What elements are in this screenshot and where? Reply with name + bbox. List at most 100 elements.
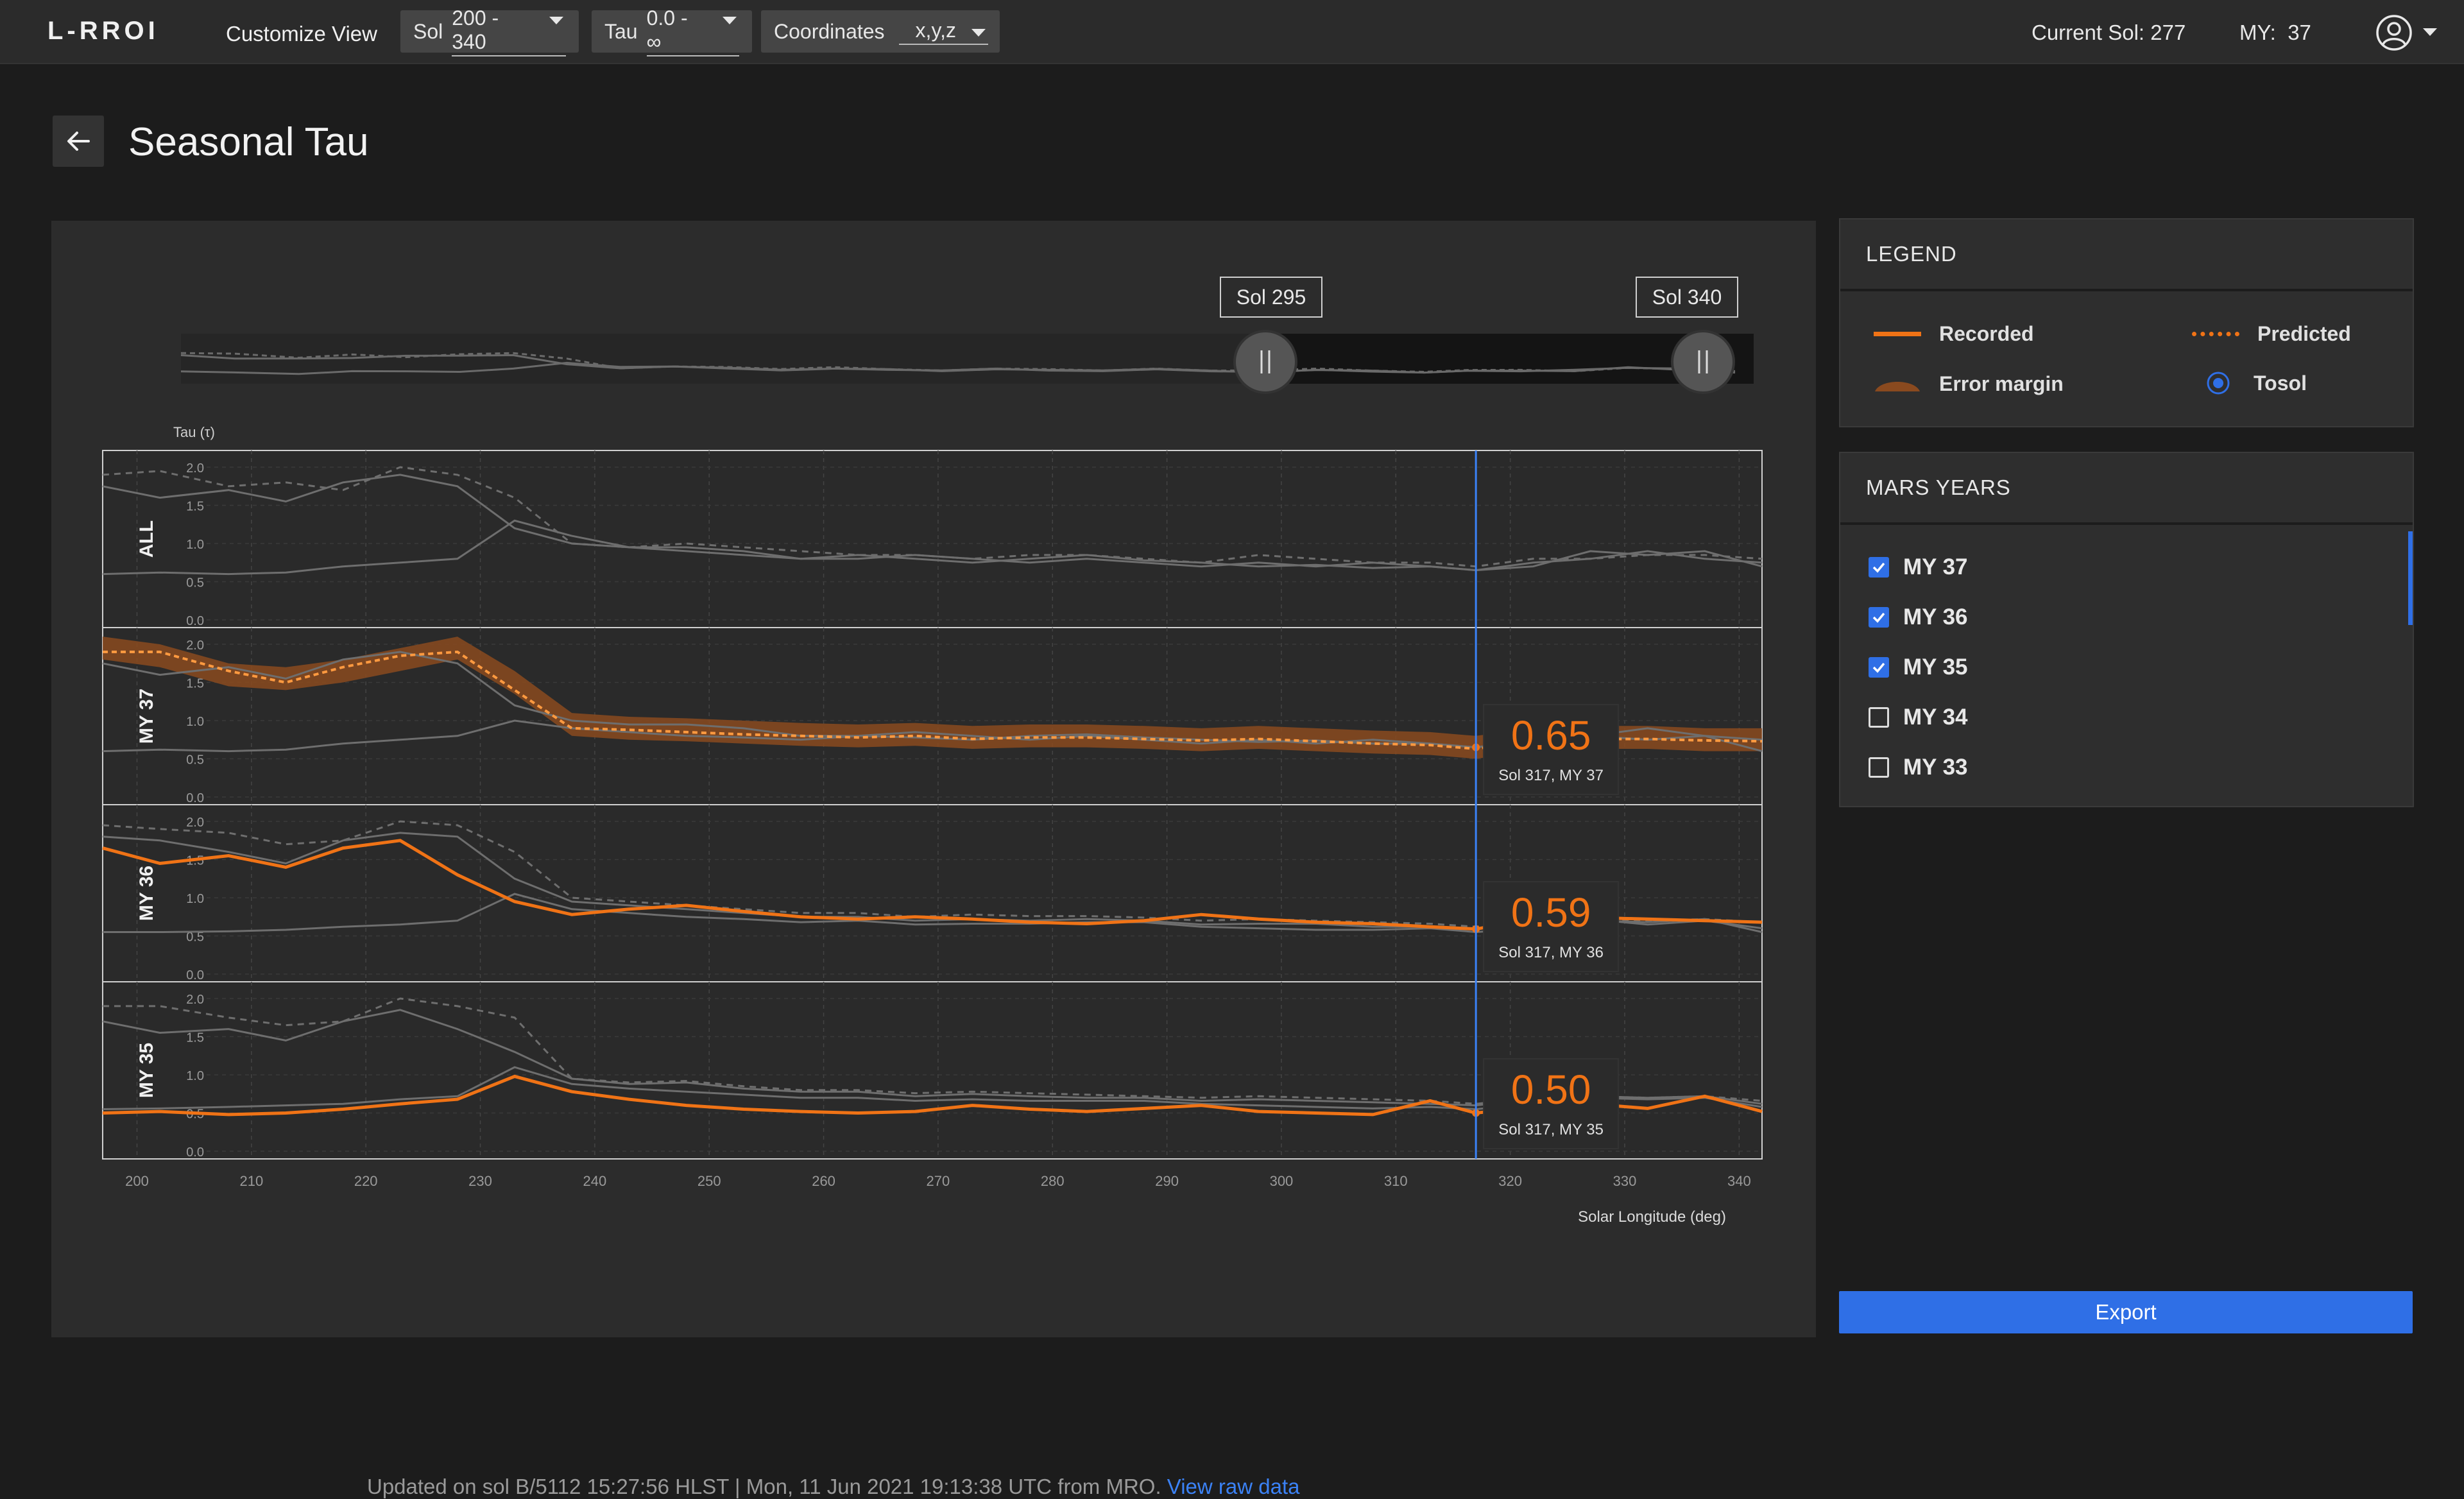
tau-range-value: 0.0 - ∞ [646,6,739,56]
user-menu-chevron-icon[interactable] [2423,28,2437,36]
chevron-down-icon [723,17,737,24]
legend-error-margin: Error margin [1874,372,2064,396]
x-tick-label: 310 [1384,1173,1408,1189]
scrollbar-thumb[interactable] [2408,531,2413,625]
checkbox-unchecked-icon[interactable] [1869,757,1889,778]
current-mars-year: MY: 37 [2239,21,2311,44]
top-bar: L-RROI Customize View Sol 200 - 340 Tau … [0,0,2464,64]
tooltip-value: 0.50 [1511,1066,1591,1113]
y-tick-label: 0.0 [186,791,204,805]
view-raw-data-link[interactable]: View raw data [1167,1475,1300,1498]
panel-label: MY 37 [136,689,157,744]
mars-year-item[interactable]: MY 35 [1869,655,1968,680]
tosol-marker-icon [2207,372,2230,395]
sol-range-value: 200 - 340 [452,6,566,56]
x-axis-label: Solar Longitude (deg) [1578,1208,1726,1226]
tooltip-caption: Sol 317, MY 36 [1498,944,1604,961]
y-tick-label: 1.0 [186,715,204,729]
y-tick-label: 2.0 [186,993,204,1007]
x-tick-label: 260 [812,1173,835,1189]
legend-panel: LEGEND Recorded Predicted Error margin T… [1839,218,2414,427]
customize-view-label: Customize View [226,22,377,46]
recorded-line-icon [1874,332,1921,336]
tooltip-caption: Sol 317, MY 37 [1498,767,1604,784]
x-tick-label: 250 [697,1173,721,1189]
x-tick-label: 200 [125,1173,149,1189]
y-tick-label: 2.0 [186,461,204,475]
app-logo: L-RROI [47,17,159,45]
panel-label: MY 35 [136,1043,157,1098]
y-tick-label: 1.0 [186,1069,204,1083]
arrow-left-icon [67,132,90,151]
checkbox-checked-icon[interactable] [1869,557,1889,578]
chevron-down-icon [549,17,563,24]
tooltip-value: 0.65 [1511,712,1591,758]
current-sol: Current Sol: 277 [2032,21,2186,44]
coordinates-label: Coordinates [774,19,885,43]
back-button[interactable] [53,116,104,167]
mars-year-item[interactable]: MY 36 [1869,604,1968,630]
tooltip-value: 0.59 [1511,889,1591,936]
y-tick-label: 1.5 [186,500,204,514]
legend-predicted: Predicted [2192,322,2351,346]
range-end-label: Sol 340 [1652,286,1722,309]
y-tick-label: 0.0 [186,614,204,628]
y-tick-label: 0.5 [186,576,204,590]
mars-year-item[interactable]: MY 37 [1869,554,1968,580]
y-tick-label: 0.5 [186,753,204,767]
y-tick-label: 2.0 [186,816,204,830]
range-start-label: Sol 295 [1236,286,1306,309]
x-tick-label: 290 [1155,1173,1179,1189]
sol-range-label: Sol [413,19,443,43]
legend-title: LEGEND [1840,219,2413,291]
mars-years-title: MARS YEARS [1840,453,2413,525]
sol-range-dropdown[interactable]: Sol 200 - 340 [400,6,579,56]
y-tick-label: 1.5 [186,677,204,691]
user-avatar-icon[interactable] [2375,14,2413,51]
x-tick-label: 270 [927,1173,950,1189]
chart-panel-all [102,450,1763,628]
mars-year-item[interactable]: MY 33 [1869,755,1968,780]
mars-years-panel: MARS YEARS MY 37 MY 36 MY 35 MY 34 MY 33 [1839,452,2414,807]
range-start-handle-knob [1233,330,1297,394]
page-title: Seasonal Tau [128,120,369,164]
range-end-handle-knob [1671,330,1735,394]
x-tick-label: 240 [583,1173,607,1189]
y-tick-label: 1.5 [186,1031,204,1045]
x-tick-label: 230 [468,1173,492,1189]
legend-tosol: Tosol [2206,371,2307,395]
tooltip-caption: Sol 317, MY 35 [1498,1121,1604,1138]
x-tick-label: 340 [1727,1173,1751,1189]
range-start-handle[interactable] [1233,330,1297,394]
checkbox-checked-icon[interactable] [1869,657,1889,678]
export-button[interactable]: Export [1839,1291,2413,1333]
checkbox-checked-icon[interactable] [1869,607,1889,628]
y-axis-label: Tau (τ) [173,424,215,440]
y-tick-label: 0.0 [186,1145,204,1160]
coordinates-dropdown[interactable]: Coordinates x,y,z [761,10,1000,53]
coordinates-value: x,y,z [898,19,988,45]
mars-year-item[interactable]: MY 34 [1869,705,1968,730]
predicted-line-icon [2192,332,2239,336]
checkbox-unchecked-icon[interactable] [1869,707,1889,728]
x-tick-label: 300 [1270,1173,1294,1189]
y-tick-label: 1.0 [186,892,204,906]
y-tick-label: 0.0 [186,968,204,982]
x-tick-label: 210 [239,1173,263,1189]
legend-recorded: Recorded [1874,322,2034,346]
y-tick-label: 1.0 [186,538,204,552]
x-tick-label: 280 [1041,1173,1065,1189]
chart-panel: Sol 295 Sol 340 Tau (τ) 2.0 1.5 1.0 0.5 0.0 ALL 2… [51,221,1816,1498]
tau-range-dropdown[interactable]: Tau 0.0 - ∞ [592,6,752,56]
error-margin-icon [1875,381,1920,391]
range-end-handle[interactable] [1671,330,1735,394]
y-tick-label: 2.0 [186,638,204,653]
x-tick-label: 330 [1613,1173,1637,1189]
panel-label: MY 36 [136,866,157,921]
tau-chart: Sol 295 Sol 340 Tau (τ) 2.0 1.5 1.0 0.5 0.0 ALL 2… [102,277,1763,1226]
chevron-down-icon [971,28,986,37]
x-tick-label: 320 [1498,1173,1522,1189]
tau-range-label: Tau [604,19,638,43]
x-tick-label: 220 [354,1173,378,1189]
panel-label: ALL [136,520,157,558]
